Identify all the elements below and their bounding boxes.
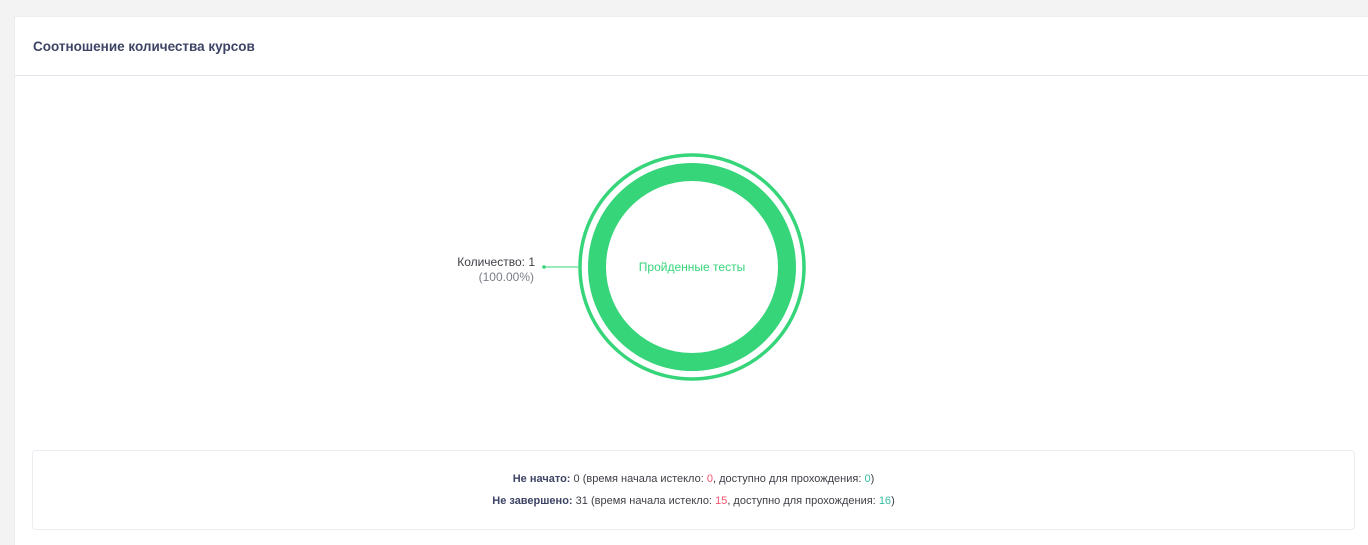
not-started-expired-text: (время начала истекло: [582, 473, 704, 485]
slice-label-percent: (100.00%) [479, 270, 534, 284]
not-finished-label: Не завершено: [492, 495, 573, 507]
donut-chart: Пройденные тесты Количество: 1(100.00%) [457, 153, 806, 381]
card-title: Соотношение количества курсов [33, 38, 255, 54]
not-started-label: Не начато: [512, 473, 571, 485]
donut-chart-area: Пройденные тесты Количество: 1 (100.00%) [15, 76, 1368, 446]
summary-box: Не начато: 0 (время начала истекло: 0, д… [32, 450, 1355, 530]
not-started-count: 0 [573, 473, 580, 485]
not-finished-close: ) [891, 495, 895, 507]
not-finished-available-text: , доступно для прохождения: [727, 495, 876, 507]
slice-label-count: Количество: 1 [457, 255, 535, 269]
not-finished-available-value: 16 [878, 495, 892, 507]
slice-label-dot [542, 265, 546, 269]
not-started-available-text: , доступно для прохождения: [712, 473, 862, 485]
courses-ratio-card: Соотношение количества курсов Пройденные… [14, 16, 1368, 545]
not-finished-expired-value: 15 [715, 495, 728, 507]
card-header: Соотношение количества курсов [15, 17, 1368, 76]
not-started-row: Не начато: 0 (время начала истекло: 0, д… [513, 468, 875, 490]
not-finished-expired-text: (время начала истекло: [590, 495, 712, 507]
not-finished-count: 31 [575, 495, 588, 507]
donut-center-label: Пройденные тесты [639, 260, 745, 274]
not-started-close: ) [870, 473, 875, 485]
not-finished-row: Не завершено: 31 (время начала истекло: … [492, 490, 894, 512]
